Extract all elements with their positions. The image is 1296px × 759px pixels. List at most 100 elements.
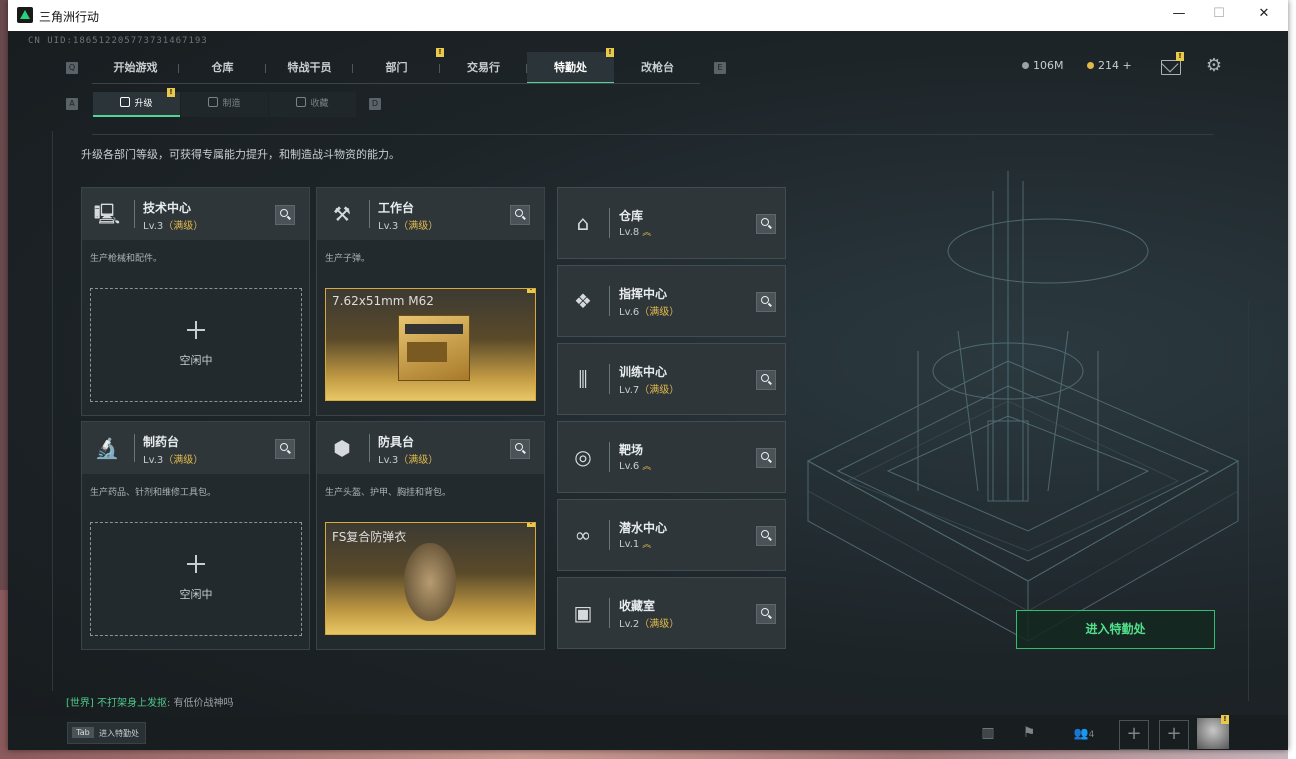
idle-label: 空闲中 [179,588,213,601]
enter-special-ops-button[interactable]: 进入特勤处 [1016,610,1215,649]
tab-label: 改枪台 [641,61,674,74]
subtab-upgrade[interactable]: 升级! [93,88,180,117]
workshop-card-armor[interactable]: ⬢ 防具台 Lv.3（满级） 生产头盔、护甲、胸挂和背包。 FS复合防弹衣 ! [316,421,545,650]
coin-value: 214 + [1098,59,1132,72]
facility-command-center[interactable]: ❖ 指挥中心 Lv.6（满级） [557,265,786,337]
armor-icon: ⬢ [333,436,351,460]
plus-icon [187,555,205,573]
facility-level: Lv.8 ︽ [619,227,652,238]
workshop-card-pharmacy[interactable]: 🔬 制药台 Lv.3（满级） 生产药品、针剂和维修工具包。 空闲中 [81,421,310,650]
facility-level: Lv.2（满级） [619,619,680,630]
add-squad-slot-button[interactable]: + [1159,720,1189,750]
workshop-description: 生产子弹。 [325,254,371,264]
frame-decoration [1248,301,1249,701]
facility-name: 靶场 [619,443,644,457]
workshop-card-workbench[interactable]: ⚒ 工作台 Lv.3（满级） 生产子弹。 7.62x51mm M62 ! [316,187,545,416]
command-icon: ❖ [574,289,592,313]
production-slot[interactable]: FS复合防弹衣 ! [325,522,536,635]
money-display[interactable]: 106M [1022,59,1064,72]
notification-badge: ! [527,289,535,293]
frame-decoration [52,131,53,691]
card-header: ⬢ 防具台 Lv.3（满级） [317,422,544,474]
search-icon[interactable] [275,205,295,225]
minimize-button[interactable]: — [1168,6,1190,24]
search-icon[interactable] [510,205,530,225]
search-icon[interactable] [756,604,776,624]
notification-badge: ! [1176,52,1184,61]
card-header: 🖳 技术中心 Lv.3（满级） [82,188,309,240]
search-icon[interactable] [756,292,776,312]
game-window: 三角洲行动 — ☐ ✕ CN UID:186512205773731467193… [8,0,1288,750]
tab-label: 开始游戏 [113,61,158,74]
search-icon[interactable] [510,439,530,459]
upgrade-chevron-icon: ︽ [642,228,652,238]
product-name: 7.62x51mm M62 [332,294,434,308]
facility-collection-room[interactable]: ▣ 收藏室 Lv.2（满级） [557,577,786,649]
workshop-description: 生产药品、针剂和维修工具包。 [90,488,217,498]
chat-user: 不打架身上发抠 [97,698,167,709]
facility-shooting-range[interactable]: ◎ 靶场 Lv.6 ︽ [557,421,786,493]
tab-warehouse[interactable]: 仓库 [179,52,266,84]
tab-trading[interactable]: 交易行 [440,52,527,84]
sub-navigation: 升级! 制造 收藏 [93,88,357,117]
production-slot[interactable]: 7.62x51mm M62 ! [325,288,536,401]
workshop-name: 制药台 [143,435,180,449]
coin-display[interactable]: 214 + [1087,59,1132,72]
tab-label: 部门 [385,61,408,74]
tab-gunsmith[interactable]: 改枪台 [614,52,701,84]
squad-count: 4 [1088,730,1095,740]
search-icon[interactable] [756,448,776,468]
tab-enter-hint-button[interactable]: Tab 进入特勤处 [67,722,146,744]
settings-gear-icon[interactable]: ⚙ [1205,57,1223,75]
card-header: ⚒ 工作台 Lv.3（满级） [317,188,544,240]
bottom-bar: Tab 进入特勤处 ▥ ⚑ 👥4 + + ! [8,715,1288,750]
coin-icon [1087,62,1094,69]
facility-training-center[interactable]: ⫼ 训练中心 Lv.7（满级） [557,343,786,415]
subtab-label: 制造 [222,99,241,109]
money-icon [1022,62,1029,69]
search-icon[interactable] [756,214,776,234]
tab-label: 特勤处 [554,61,587,74]
facility-name: 训练中心 [619,365,668,379]
idle-slot[interactable]: 空闲中 [90,288,302,402]
close-button[interactable]: ✕ [1253,6,1275,24]
subtab-craft[interactable]: 制造 [181,92,268,117]
idle-slot[interactable]: 空闲中 [90,522,302,636]
tab-key-label: Tab [72,727,94,738]
tab-operators[interactable]: 特战干员 [266,52,353,84]
workshop-level: Lv.3（满级） [143,221,204,232]
player-avatar[interactable]: ! [1197,715,1229,749]
workshop-card-tech-center[interactable]: 🖳 技术中心 Lv.3（满级） 生产枪械和配件。 空闲中 [81,187,310,416]
window-titlebar: 三角洲行动 — ☐ ✕ [8,0,1288,31]
key-hint-e: E [714,62,726,74]
workshop-level: Lv.3（满级） [378,455,439,466]
chat-channel: [世界] [66,698,94,709]
facility-diving-center[interactable]: ∞ 潜水中心 Lv.1 ︽ [557,499,786,571]
top-navigation: 开始游戏 仓库 特战干员 部门! 交易行 特勤处! 改枪台 [92,48,701,84]
header-divider [92,134,1214,135]
tab-department[interactable]: 部门! [353,48,444,84]
facility-warehouse[interactable]: ⌂ 仓库 Lv.8 ︽ [557,187,786,259]
search-icon[interactable] [275,439,295,459]
flag-icon[interactable]: ⚑ [1018,722,1040,744]
money-value: 106M [1033,59,1064,72]
tab-start-game[interactable]: 开始游戏 [92,52,179,84]
world-chat-message[interactable]: [世界] 不打架身上发抠: 有低价战神吗 [66,694,234,709]
subtab-collection[interactable]: 收藏 [269,92,356,117]
mail-button[interactable]: ! [1161,52,1184,75]
maximize-button[interactable]: ☐ [1208,6,1230,24]
stats-chart-icon[interactable]: ▥ [977,722,999,744]
key-hint-a: A [66,98,78,110]
search-icon[interactable] [756,370,776,390]
page-description: 升级各部门等级，可获得专属能力提升，和制造战斗物资的能力。 [81,148,400,161]
add-squad-slot-button[interactable]: + [1119,720,1149,750]
upgrade-chevron-icon: ︽ [642,540,652,550]
users-icon: 👥 [1073,726,1089,740]
target-icon: ◎ [574,445,592,469]
plus-icon [187,321,205,339]
workshop-name: 防具台 [378,435,415,449]
search-icon[interactable] [756,526,776,546]
upgrade-icon [120,97,131,107]
squad-members-button[interactable]: 👥4 [1066,722,1102,744]
tab-special-ops[interactable]: 特勤处! [527,48,614,84]
